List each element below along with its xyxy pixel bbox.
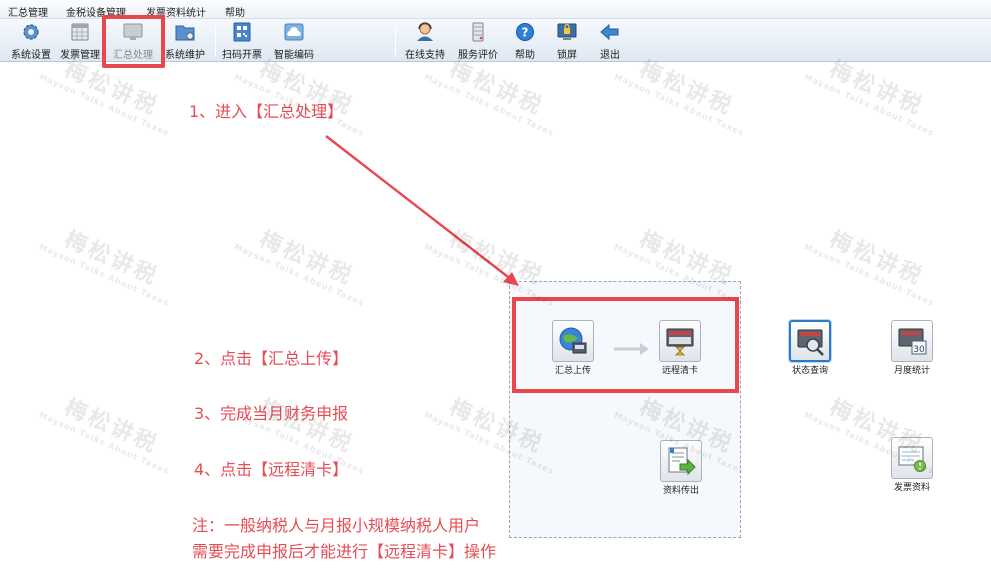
note-line-2: 需要完成申报后才能进行【远程清卡】操作: [192, 542, 497, 561]
app-window: 汇总管理 金税设备管理 发票资料统计 帮助 系统设置 发票管理 汇总处理 系统维…: [0, 0, 991, 579]
step-3-text: 3、完成当月财务申报: [194, 404, 349, 423]
note-line-1: 注：一般纳税人与月报小规模纳税人用户: [192, 516, 481, 535]
step-4-text: 4、点击【远程清卡】: [194, 460, 349, 479]
step-1-text: 1、进入【汇总处理】: [189, 102, 344, 121]
step-2-text: 2、点击【汇总上传】: [194, 349, 349, 368]
annotation-arrow-icon: [325, 135, 519, 286]
